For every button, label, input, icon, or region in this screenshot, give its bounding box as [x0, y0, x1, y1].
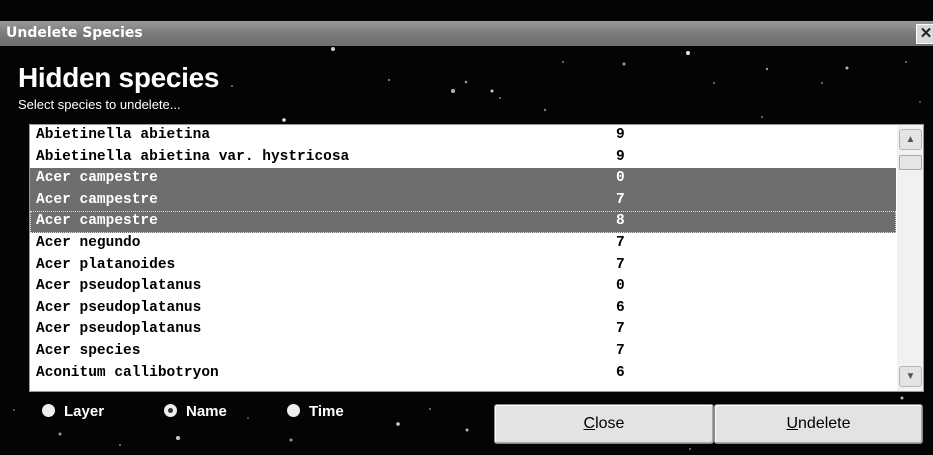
- species-value: 7: [616, 256, 625, 273]
- list-item[interactable]: Acer pseudoplatanus 0: [30, 276, 896, 298]
- list-item[interactable]: Acer platanoides 7: [30, 255, 896, 277]
- radio-layer-indicator[interactable]: [42, 404, 55, 417]
- list-item[interactable]: Acer campestre 8: [30, 211, 896, 233]
- close-button-accelerator: C: [583, 415, 596, 432]
- scroll-down-button[interactable]: ▼: [899, 366, 922, 387]
- species-list: Abietinella abietina 9 Abietinella abietin…: [30, 125, 896, 384]
- instruction-text: Select species to undelete...: [18, 97, 181, 112]
- scroll-up-button[interactable]: ▲: [899, 129, 922, 150]
- undelete-button-label: ndelete: [798, 415, 851, 432]
- species-name: Acer platanoides: [36, 256, 176, 273]
- species-name: Abietinella abietina: [36, 127, 211, 143]
- species-value: 9: [616, 127, 625, 143]
- species-name: Acer pseudoplatanus: [36, 278, 202, 295]
- list-item[interactable]: Acer pseudoplatanus 7: [30, 319, 896, 341]
- chevron-down-icon: ▼: [905, 371, 916, 382]
- radio-layer[interactable]: Layer: [42, 403, 104, 420]
- list-item[interactable]: Acer campestre 0: [30, 168, 896, 190]
- page-title: Hidden species: [18, 62, 220, 93]
- species-name: Acer pseudoplatanus: [36, 299, 202, 316]
- species-value: 9: [616, 148, 625, 165]
- radio-name-indicator[interactable]: [164, 404, 177, 417]
- close-button[interactable]: Close: [494, 404, 714, 444]
- species-value: 6: [616, 299, 625, 316]
- species-name: Acer pseudoplatanus: [36, 321, 202, 338]
- species-value: 7: [616, 342, 625, 359]
- close-window-icon[interactable]: ✕: [916, 24, 933, 44]
- list-item[interactable]: Acer campestre 7: [30, 189, 896, 212]
- list-item[interactable]: Abietinella abietina var. hystricosa 9: [30, 147, 896, 169]
- vertical-scrollbar[interactable]: ▲ ▼: [897, 125, 923, 391]
- radio-layer-label: Layer: [64, 403, 105, 420]
- species-name: Acer negundo: [36, 234, 141, 251]
- undelete-button-accelerator: U: [786, 415, 799, 432]
- radio-name[interactable]: Name: [164, 403, 227, 420]
- radio-name-label: Name: [186, 403, 227, 420]
- title-bar[interactable]: Undelete Species ✕: [0, 21, 933, 46]
- undelete-species-dialog: Undelete Species ✕ Hidden species Select…: [0, 0, 933, 455]
- list-item[interactable]: Acer species 7: [30, 341, 896, 363]
- species-value: 0: [616, 170, 625, 187]
- window-title: Undelete Species: [6, 25, 143, 41]
- species-name: Acer campestre: [36, 170, 158, 187]
- species-name: Abietinella abietina var. hystricosa: [36, 148, 350, 165]
- species-value: 7: [616, 191, 625, 208]
- species-value: 7: [616, 234, 625, 251]
- species-name: Aconitum callibotryon: [36, 364, 219, 381]
- species-value: 8: [616, 213, 625, 230]
- species-value: 6: [616, 364, 625, 381]
- radio-time-label: Time: [309, 403, 344, 420]
- species-value: 0: [616, 278, 625, 295]
- list-item[interactable]: Acer negundo 7: [30, 233, 896, 255]
- species-name: Acer campestre: [36, 213, 158, 230]
- species-name: Acer species: [36, 342, 141, 359]
- species-listbox[interactable]: Abietinella abietina 9 Abietinella abietin…: [29, 124, 924, 392]
- species-name: Acer campestre: [36, 191, 158, 208]
- list-item[interactable]: Aconitum callibotryon 6: [30, 363, 896, 385]
- radio-time[interactable]: Time: [287, 403, 344, 420]
- list-item[interactable]: Acer pseudoplatanus 6: [30, 298, 896, 320]
- chevron-up-icon: ▲: [905, 134, 916, 145]
- scroll-thumb[interactable]: [899, 155, 922, 170]
- undelete-button[interactable]: Undelete: [714, 404, 923, 444]
- radio-time-indicator[interactable]: [287, 404, 300, 417]
- list-item[interactable]: Abietinella abietina 9: [30, 125, 896, 147]
- species-value: 7: [616, 321, 625, 338]
- close-button-label: lose: [595, 415, 625, 432]
